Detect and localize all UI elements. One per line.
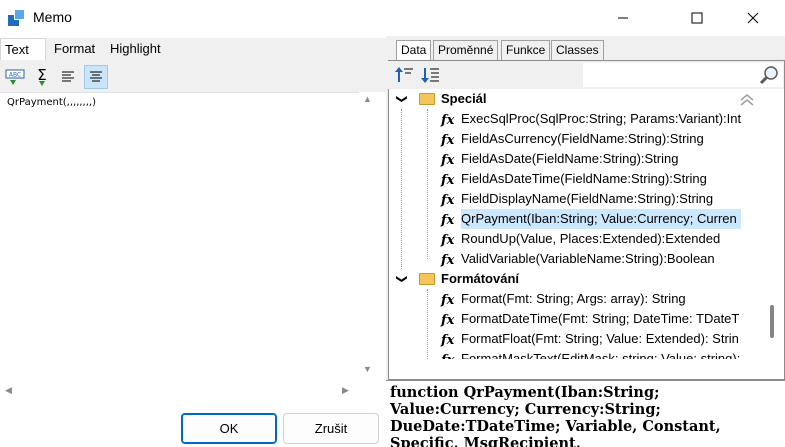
- cancel-button[interactable]: Zrušit: [283, 413, 379, 444]
- function-icon: fx: [441, 351, 454, 359]
- insert-field-icon: ABC: [5, 69, 25, 85]
- tab-classes[interactable]: Classes: [551, 40, 604, 60]
- tree-scroll-thumb[interactable]: [770, 305, 774, 338]
- category-label: Speciál: [441, 91, 487, 106]
- tree-item[interactable]: fx FormatFloat(Fmt: String; Value: Extend…: [389, 329, 760, 349]
- svg-text:ABC: ABC: [9, 72, 21, 79]
- function-icon: fx: [441, 173, 455, 188]
- memo-editor[interactable]: QrPayment(,,,,,,,,): [0, 92, 375, 382]
- editor-tabs: Text Format Highlight: [0, 38, 386, 60]
- minimize-icon: [618, 17, 628, 19]
- tree-horizontal-scrollbar[interactable]: [389, 359, 784, 379]
- function-search-input[interactable]: [583, 63, 783, 87]
- close-icon: [747, 12, 759, 24]
- folder-icon: [419, 273, 435, 285]
- tab-text[interactable]: Text: [0, 38, 46, 60]
- word-wrap-icon: [90, 71, 102, 82]
- memo-content: QrPayment(,,,,,,,,): [7, 97, 96, 108]
- close-button[interactable]: [730, 0, 776, 36]
- tree-item[interactable]: fx FieldAsDate(FieldName:String):String: [389, 149, 760, 169]
- folder-icon: [419, 93, 435, 105]
- chevron-down-icon[interactable]: ❯: [392, 274, 412, 283]
- sort-up-icon: [395, 67, 413, 82]
- window-title: Memo: [33, 9, 72, 25]
- align-left-icon: [62, 71, 74, 82]
- align-left-button[interactable]: [56, 65, 80, 89]
- insert-aggregate-button[interactable]: Σ: [30, 65, 54, 89]
- function-icon: fx: [441, 293, 455, 308]
- tree-item[interactable]: fx ExecSqlProc(SqlProc:String; Params:Var…: [389, 109, 760, 129]
- scroll-up-icon[interactable]: ▲: [363, 94, 372, 104]
- word-wrap-button[interactable]: [84, 65, 108, 89]
- tree-item[interactable]: fx Format(Fmt: String; Args: array): Stri…: [389, 289, 760, 309]
- maximize-icon: [691, 12, 703, 24]
- tree-item[interactable]: fx FieldDisplayName(FieldName:String):Str…: [389, 189, 760, 209]
- function-icon: fx: [441, 233, 455, 248]
- function-icon: fx: [441, 153, 455, 168]
- tree-item[interactable]: fx ValidVariable(VariableName:String):Boo…: [389, 249, 760, 269]
- tree-item[interactable]: fx FormatDateTime(Fmt: String; DateTime: …: [389, 309, 760, 329]
- editor-toolbar: ABC Σ: [0, 60, 386, 92]
- function-icon: fx: [441, 313, 455, 328]
- sort-ascending-button[interactable]: [392, 63, 416, 87]
- sort-descending-button[interactable]: [418, 63, 442, 87]
- minimize-button[interactable]: [600, 0, 646, 36]
- function-icon: fx: [441, 133, 455, 148]
- editor-horizontal-scrollbar[interactable]: ◀ ▶: [0, 382, 375, 398]
- editor-vertical-scrollbar[interactable]: ▲ ▼: [359, 92, 375, 382]
- function-icon: fx: [441, 193, 455, 208]
- function-tree[interactable]: ❯ Speciál fx ExecSqlProc(SqlProc:String; …: [389, 89, 760, 359]
- function-icon: fx: [441, 253, 455, 268]
- tab-highlight[interactable]: Highlight: [106, 38, 165, 60]
- tab-data[interactable]: Data: [396, 40, 432, 60]
- function-icon: fx: [441, 213, 455, 228]
- tree-item[interactable]: fx FieldAsCurrency(FieldName:String):Stri…: [389, 129, 760, 149]
- tab-format[interactable]: Format: [50, 38, 99, 60]
- title-bar: Memo: [0, 0, 785, 36]
- function-icon: fx: [441, 333, 455, 348]
- tree-category-formatting[interactable]: ❯ Formátování: [389, 269, 760, 289]
- tree-item[interactable]: fx FieldAsDateTime(FieldName:String):Stri…: [389, 169, 760, 189]
- tree-item-selected[interactable]: fx QrPayment(Iban:String; Value:Currency;…: [389, 209, 760, 229]
- memo-app-icon: [8, 9, 26, 27]
- tab-functions[interactable]: Funkce: [501, 40, 551, 60]
- tab-variables[interactable]: Proměnné: [433, 40, 499, 60]
- maximize-button[interactable]: [674, 0, 720, 36]
- chevron-down-icon[interactable]: ❯: [392, 94, 412, 103]
- tree-item[interactable]: fxFormatMaskText(EditMask: string; Value…: [389, 349, 760, 359]
- tree-item[interactable]: fx RoundUp(Value, Places:Extended):Extend…: [389, 229, 760, 249]
- scroll-left-icon[interactable]: ◀: [5, 385, 12, 396]
- ok-button[interactable]: OK: [181, 413, 277, 444]
- category-label: Formátování: [441, 271, 520, 286]
- scroll-right-icon[interactable]: ▶: [342, 385, 349, 396]
- collapse-up-icon[interactable]: [739, 93, 755, 107]
- scroll-down-icon[interactable]: ▼: [363, 364, 372, 374]
- sigma-icon: Σ: [37, 67, 47, 86]
- tree-category-special[interactable]: ❯ Speciál: [389, 89, 760, 109]
- function-icon: fx: [441, 113, 455, 128]
- sort-down-icon: [421, 68, 439, 83]
- search-icon[interactable]: [758, 65, 780, 85]
- function-description: function QrPayment(Iban:String; Value:Cu…: [386, 380, 785, 447]
- insert-field-button[interactable]: ABC: [3, 65, 27, 89]
